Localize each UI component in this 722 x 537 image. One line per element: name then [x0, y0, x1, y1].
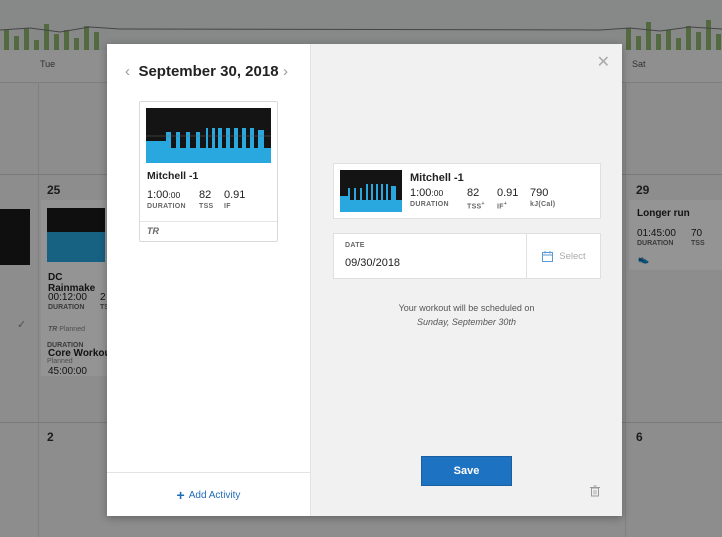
- workout-card[interactable]: Mitchell -1 1:00:00 DURATION 82 TSS 0.91…: [139, 101, 278, 242]
- schedule-workout-modal: ‹ September 30, 2018 › Mitchell -1 1:00:…: [107, 44, 622, 516]
- workout-profile-graph: [146, 108, 271, 163]
- if-label: IF+: [497, 201, 508, 211]
- workout-profile-graph: [340, 170, 402, 212]
- duration-label: DURATION: [147, 203, 186, 210]
- workout-thumbnail: [146, 108, 271, 163]
- workout-if: 0.91: [224, 189, 246, 201]
- left-panel: ‹ September 30, 2018 › Mitchell -1 1:00:…: [107, 44, 311, 516]
- close-icon[interactable]: ✕: [597, 52, 610, 72]
- date-field[interactable]: DATE 09/30/2018 Select: [333, 233, 601, 279]
- workout-thumbnail: [340, 170, 402, 212]
- workout-tss: 82: [467, 187, 480, 199]
- selected-date-title: September 30, 2018: [138, 63, 279, 80]
- workout-kj: 790: [530, 187, 549, 199]
- save-button[interactable]: Save: [421, 456, 512, 486]
- workout-card-footer: TR: [140, 221, 277, 242]
- date-picker-label: Select: [559, 250, 586, 262]
- calendar-icon: [542, 250, 554, 262]
- date-picker-button[interactable]: Select: [526, 234, 601, 278]
- plus-icon: +: [176, 487, 185, 503]
- workout-title: Mitchell -1: [147, 170, 199, 182]
- workout-if: 0.91: [497, 187, 519, 199]
- if-label: IF: [224, 203, 231, 210]
- add-activity-label: Add Activity: [188, 489, 241, 501]
- kj-label: kJ(Cal): [530, 201, 556, 208]
- schedule-line: Your workout will be scheduled on: [398, 303, 535, 313]
- duration-label: DURATION: [410, 201, 449, 208]
- workout-duration: 1:00:00: [147, 189, 181, 201]
- selected-workout-card: Mitchell -1 1:00:00 DURATION 82 TSS+ 0.9…: [333, 163, 601, 219]
- trash-icon[interactable]: [589, 485, 601, 497]
- tss-label: TSS+: [467, 201, 485, 211]
- trainerroad-logo: TR: [147, 226, 159, 236]
- workout-duration: 1:00:00: [410, 187, 444, 199]
- workout-tss: 82: [199, 189, 212, 201]
- workout-title: Mitchell -1: [410, 172, 464, 184]
- schedule-day: Sunday, September 30th: [417, 317, 516, 327]
- tss-label: TSS: [199, 203, 214, 210]
- date-input[interactable]: 09/30/2018: [345, 257, 400, 269]
- right-panel: ✕ Mitchell -1 1:00:00 DURATION 82 TSS+ 0…: [311, 44, 622, 516]
- schedule-message: Your workout will be scheduled on Sunday…: [311, 301, 622, 329]
- date-label: DATE: [345, 242, 365, 249]
- chevron-right-icon[interactable]: ›: [283, 63, 288, 80]
- add-activity-button[interactable]: + Add Activity: [107, 472, 310, 517]
